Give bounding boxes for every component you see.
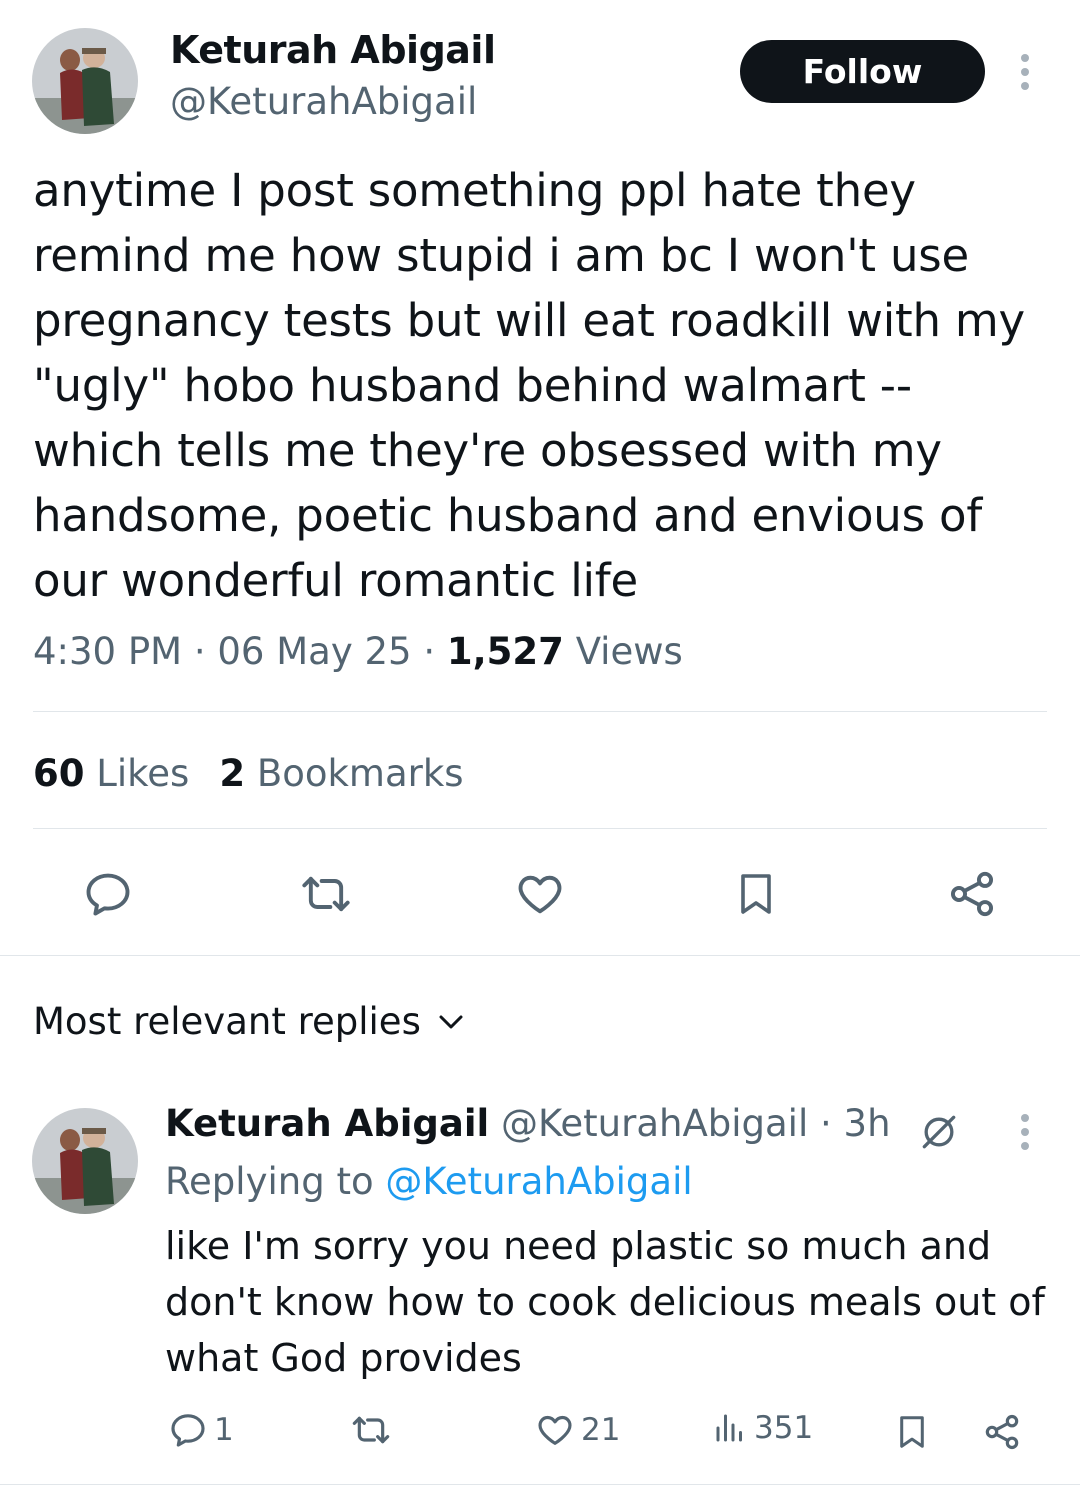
- like-icon: [538, 1415, 572, 1445]
- tweet-date[interactable]: 06 May 25: [217, 630, 411, 673]
- views-count: 1,527: [446, 630, 564, 673]
- more-options-icon[interactable]: [1021, 54, 1029, 90]
- likes-stat[interactable]: 60 Likes: [33, 752, 189, 795]
- reply-author-handle[interactable]: @KeturahAbigail: [501, 1102, 808, 1145]
- reply-text: like I'm sorry you need plastic so much …: [165, 1224, 1045, 1380]
- divider: [33, 828, 1047, 829]
- bookmarks-stat[interactable]: 2 Bookmarks: [219, 752, 463, 795]
- engagement-stats: 60 Likes 2 Bookmarks: [33, 752, 464, 795]
- analytics-icon: [716, 1414, 742, 1442]
- reply-like-count: 21: [581, 1412, 621, 1448]
- meta-separator: ·: [193, 630, 218, 673]
- reply-reply-count: 1: [214, 1412, 234, 1448]
- bookmarks-count: 2: [219, 752, 246, 795]
- reply-icon: [171, 1414, 205, 1447]
- bookmark-icon[interactable]: [728, 866, 784, 922]
- retweet-icon[interactable]: [296, 866, 356, 922]
- follow-button[interactable]: Follow: [740, 40, 985, 103]
- reply-header: Keturah Abigail @KeturahAbigail · 3h: [165, 1102, 891, 1145]
- bottom-divider: [0, 1484, 1080, 1485]
- reply-bookmark-icon[interactable]: [890, 1410, 934, 1454]
- avatar-photo: [32, 1108, 138, 1214]
- replies-sort-dropdown[interactable]: Most relevant replies: [33, 1000, 465, 1043]
- tweet-text: anytime I post something ppl hate they r…: [33, 164, 1025, 607]
- replying-to: Replying to @KeturahAbigail: [165, 1160, 693, 1203]
- meta-separator: ·: [423, 630, 447, 673]
- reply-icon[interactable]: [80, 866, 136, 922]
- grok-icon[interactable]: [915, 1108, 963, 1156]
- reply-like-button[interactable]: 21: [535, 1410, 620, 1450]
- replying-to-label: Replying to: [165, 1160, 374, 1203]
- tweet-meta: 4:30 PM · 06 May 25 · 1,527 Views: [33, 630, 683, 673]
- reply-views-count: 351: [754, 1410, 814, 1446]
- reply-age[interactable]: 3h: [844, 1102, 891, 1145]
- views-label: Views: [575, 630, 683, 673]
- tweet-time[interactable]: 4:30 PM: [33, 630, 182, 673]
- reply-views-button[interactable]: 351: [712, 1410, 813, 1446]
- author-handle[interactable]: @KeturahAbigail: [170, 80, 477, 123]
- share-icon[interactable]: [944, 866, 1000, 922]
- author-avatar[interactable]: [32, 28, 138, 134]
- likes-label: Likes: [96, 752, 190, 795]
- divider: [33, 711, 1047, 712]
- avatar-photo: [32, 28, 138, 134]
- bookmarks-label: Bookmarks: [256, 752, 464, 795]
- meta-separator: ·: [820, 1102, 844, 1145]
- reply-more-options-icon[interactable]: [1021, 1114, 1029, 1150]
- replying-to-handle-link[interactable]: @KeturahAbigail: [385, 1160, 692, 1203]
- retweet-icon: [352, 1416, 390, 1444]
- likes-count: 60: [33, 752, 85, 795]
- author-name[interactable]: Keturah Abigail: [170, 28, 496, 72]
- chevron-down-icon: [439, 1015, 463, 1028]
- section-divider: [0, 955, 1080, 956]
- reply-author-name[interactable]: Keturah Abigail: [165, 1102, 489, 1145]
- reply-retweet-button[interactable]: [348, 1410, 394, 1450]
- like-icon[interactable]: [512, 866, 568, 922]
- replies-sort-label: Most relevant replies: [33, 1000, 421, 1043]
- reply-share-icon[interactable]: [980, 1410, 1024, 1454]
- reply-reply-button[interactable]: 1: [168, 1410, 234, 1450]
- reply-author-avatar[interactable]: [32, 1108, 138, 1214]
